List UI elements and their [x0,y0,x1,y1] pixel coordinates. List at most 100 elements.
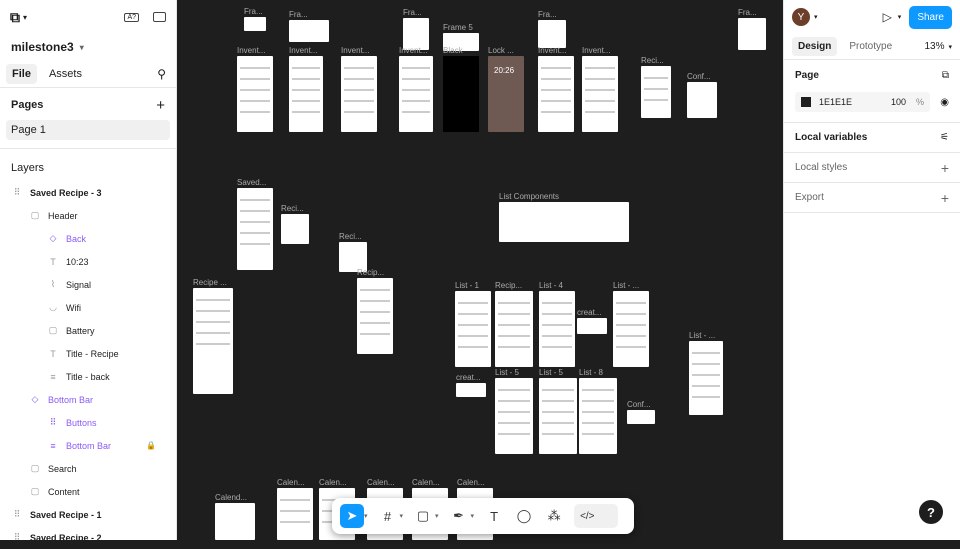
frame-label[interactable]: Invent... [289,46,317,55]
frame-label[interactable]: Calend... [215,493,247,502]
sidebar-toggle-icon[interactable] [153,12,166,22]
frame-label[interactable]: Black [443,46,463,55]
frame-label[interactable]: Invent... [237,46,265,55]
design-frame[interactable] [582,56,618,132]
zoom-control[interactable]: 13% ▾ [924,41,952,52]
local-variables-section[interactable]: Local variables ⚟ [784,123,960,153]
design-frame[interactable] [495,378,533,454]
design-frame[interactable] [499,202,629,242]
frame-label[interactable]: List - 5 [539,368,563,377]
frame-label[interactable]: Calen... [457,478,485,487]
actions-tool-icon[interactable]: ⁂ [542,504,566,528]
tab-design[interactable]: Design [792,37,838,56]
frame-label[interactable]: List - ... [613,281,639,290]
layer-row[interactable]: T Title - Recipe [0,342,176,365]
design-frame[interactable] [237,56,273,132]
search-icon[interactable]: ⚲ [157,67,166,81]
design-frame[interactable] [579,378,617,454]
design-frame[interactable] [577,318,607,334]
layer-row[interactable]: ⠿ Saved Recipe - 3 [0,181,176,204]
design-frame[interactable] [237,188,273,270]
help-button[interactable]: ? [919,500,943,524]
frame-label[interactable]: Reci... [281,204,304,213]
design-frame[interactable] [341,56,377,132]
design-canvas[interactable]: Fra... Fra... Fra... Frame 5 Fra... Fra... Inv… [177,0,783,540]
add-export-icon[interactable]: + [941,190,949,206]
design-frame[interactable] [538,20,566,48]
frame-label[interactable]: Conf... [687,72,711,81]
frame-label[interactable]: Conf... [627,400,651,409]
frame-label[interactable]: Reci... [641,56,664,65]
frame-label[interactable]: List - 1 [455,281,479,290]
frame-label[interactable]: List - 5 [495,368,519,377]
frame-label[interactable]: List - ... [689,331,715,340]
frame-label[interactable]: Invent... [538,46,566,55]
chevron-down-icon[interactable]: ▾ [400,512,404,520]
design-frame[interactable] [215,503,255,540]
layer-row[interactable]: ▢ Content [0,480,176,503]
design-frame[interactable] [641,66,671,118]
frame-label[interactable]: Fra... [244,7,263,16]
opacity-value[interactable]: 100 [891,97,906,107]
chevron-down-icon[interactable]: ▾ [898,13,902,21]
layer-row[interactable]: ≡ Bottom Bar 🔒 [0,434,176,457]
pen-tool-icon[interactable]: ✒ [447,504,471,528]
frame-label[interactable]: List - 4 [539,281,563,290]
design-frame[interactable] [627,410,655,424]
local-styles-section[interactable]: Local styles + [784,153,960,183]
share-button[interactable]: Share [909,5,952,29]
frame-label[interactable]: Fra... [538,10,557,19]
frame-label[interactable]: Calen... [319,478,347,487]
ai-icon[interactable]: A? [124,12,139,22]
frame-label[interactable]: List - 8 [579,368,603,377]
design-frame[interactable] [738,18,766,50]
tab-assets[interactable]: Assets [43,64,88,84]
frame-label[interactable]: Fra... [403,8,422,17]
design-frame[interactable] [539,378,577,454]
layer-row[interactable]: ⠿ Saved Recipe - 1 [0,503,176,526]
account-menu[interactable]: Y ▾ [792,8,818,26]
export-section[interactable]: Export + [784,183,960,213]
frame-label[interactable]: Calen... [277,478,305,487]
design-frame[interactable] [456,383,486,397]
comment-tool-icon[interactable]: ◯ [512,504,536,528]
design-frame[interactable] [613,291,649,367]
dev-mode-toggle-icon[interactable]: </> [574,504,619,528]
design-frame[interactable] [538,56,574,132]
design-frame[interactable] [281,214,309,244]
add-style-icon[interactable]: + [941,160,949,176]
tab-file[interactable]: File [6,63,37,84]
layer-row[interactable]: T 10:23 [0,250,176,273]
frame-label[interactable]: Fra... [738,8,757,17]
layer-row[interactable]: ◇ Back [0,227,176,250]
chevron-down-icon[interactable]: ▾ [364,512,368,520]
frame-tool-icon[interactable]: # [376,504,400,528]
page-item-1[interactable]: Page 1 [6,120,170,140]
design-frame[interactable] [539,291,575,367]
layer-row[interactable]: ▢ Search [0,457,176,480]
frame-label[interactable]: Invent... [341,46,369,55]
chevron-down-icon[interactable]: ▾ [435,512,439,520]
layer-row[interactable]: ⌇ Signal [0,273,176,296]
chevron-down-icon[interactable]: ▾ [471,512,475,520]
move-tool-icon[interactable]: ➤ [340,504,364,528]
project-title[interactable]: milestone3 ▾ [0,34,176,60]
page-color-field[interactable]: 1E1E1E 100 % [795,92,930,112]
design-frame[interactable] [289,20,329,42]
present-play-icon[interactable]: ▷ [883,10,892,24]
layer-row[interactable]: ⠿ Buttons [0,411,176,434]
design-frame[interactable] [277,488,313,540]
main-menu-button[interactable]: ⧉ ▾ [10,9,27,26]
design-frame[interactable] [193,288,233,394]
color-hex[interactable]: 1E1E1E [819,97,852,107]
text-tool-icon[interactable]: T [482,504,506,528]
frame-label[interactable]: Lock ... [488,46,514,55]
design-frame[interactable] [455,291,491,367]
frame-label[interactable]: creat... [456,373,480,382]
rectangle-tool-icon[interactable]: ▢ [411,504,435,528]
design-frame[interactable] [244,17,266,31]
layer-row[interactable]: ▢ Battery [0,319,176,342]
frame-label[interactable]: Recip... [357,268,384,277]
color-swatch[interactable] [801,97,811,107]
frame-label[interactable]: Recipe ... [193,278,227,287]
